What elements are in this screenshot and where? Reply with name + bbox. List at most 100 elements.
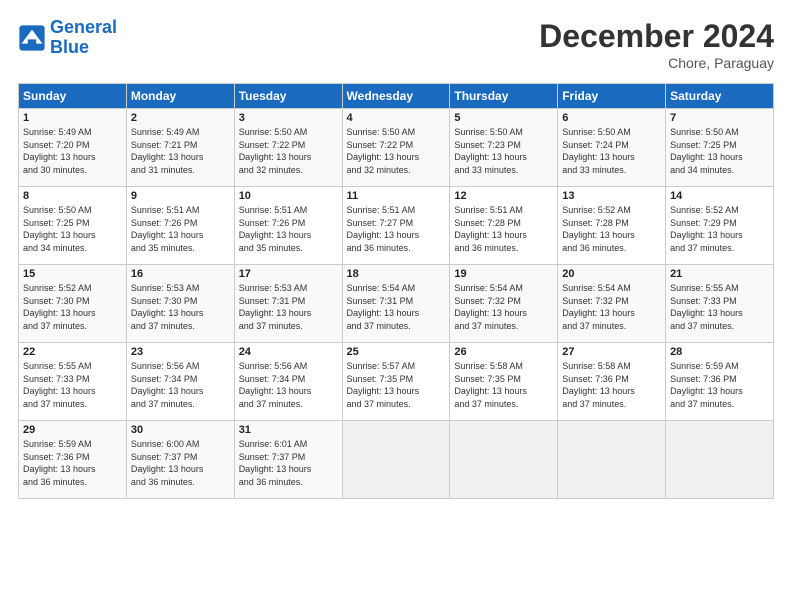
day-info: Sunrise: 5:57 AMSunset: 7:35 PMDaylight:… [347,360,446,410]
header-row: Sunday Monday Tuesday Wednesday Thursday… [19,84,774,109]
day-number: 10 [239,190,338,202]
list-item: 31 Sunrise: 6:01 AMSunset: 7:37 PMDayligh… [234,421,342,499]
day-info: Sunrise: 5:53 AMSunset: 7:31 PMDaylight:… [239,282,338,332]
list-item: 15Sunrise: 5:52 AMSunset: 7:30 PMDayligh… [19,265,127,343]
day-info: Sunrise: 5:50 AMSunset: 7:24 PMDaylight:… [562,126,661,176]
table-row: 8 Sunrise: 5:50 AMSunset: 7:25 PMDaylight… [19,187,774,265]
list-item: 22Sunrise: 5:55 AMSunset: 7:33 PMDayligh… [19,343,127,421]
day-info: Sunrise: 5:49 AMSunset: 7:21 PMDaylight:… [131,126,230,176]
day-number: 6 [562,112,661,124]
day-info: Sunrise: 5:59 AMSunset: 7:36 PMDaylight:… [670,360,769,410]
day-number: 26 [454,346,553,358]
day-number: 5 [454,112,553,124]
list-item: 21 Sunrise: 5:55 AMSunset: 7:33 PMDayligh… [666,265,774,343]
day-number: 20 [562,268,661,280]
list-item: 8 Sunrise: 5:50 AMSunset: 7:25 PMDaylight… [19,187,127,265]
day-info: Sunrise: 5:59 AMSunset: 7:36 PMDaylight:… [23,438,122,488]
list-item: 27 Sunrise: 5:58 AMSunset: 7:36 PMDayligh… [558,343,666,421]
list-item: 25 Sunrise: 5:57 AMSunset: 7:35 PMDayligh… [342,343,450,421]
day-number: 4 [347,112,446,124]
day-number: 29 [23,424,122,436]
day-number: 1 [23,112,122,124]
day-info: Sunrise: 5:54 AMSunset: 7:32 PMDaylight:… [454,282,553,332]
day-info: Sunrise: 5:53 AMSunset: 7:30 PMDaylight:… [131,282,230,332]
list-item: 7Sunrise: 5:50 AMSunset: 7:25 PMDaylight… [666,109,774,187]
list-item: 28 Sunrise: 5:59 AMSunset: 7:36 PMDayligh… [666,343,774,421]
day-info: Sunrise: 5:56 AMSunset: 7:34 PMDaylight:… [131,360,230,410]
logo-blue: Blue [50,38,117,58]
day-info: Sunrise: 5:51 AMSunset: 7:28 PMDaylight:… [454,204,553,254]
list-item: 3 Sunrise: 5:50 AMSunset: 7:22 PMDaylight… [234,109,342,187]
logo-text: General Blue [50,18,117,58]
list-item: 2 Sunrise: 5:49 AMSunset: 7:21 PMDaylight… [126,109,234,187]
day-number: 16 [131,268,230,280]
col-tuesday: Tuesday [234,84,342,109]
day-info: Sunrise: 5:58 AMSunset: 7:36 PMDaylight:… [562,360,661,410]
day-info: Sunrise: 5:52 AMSunset: 7:28 PMDaylight:… [562,204,661,254]
day-info: Sunrise: 5:54 AMSunset: 7:31 PMDaylight:… [347,282,446,332]
day-number: 11 [347,190,446,202]
day-number: 27 [562,346,661,358]
day-info: Sunrise: 5:51 AMSunset: 7:26 PMDaylight:… [239,204,338,254]
day-number: 28 [670,346,769,358]
list-item: 1 Sunrise: 5:49 AMSunset: 7:20 PMDaylight… [19,109,127,187]
day-number: 31 [239,424,338,436]
day-info: Sunrise: 5:52 AMSunset: 7:30 PMDaylight:… [23,282,122,332]
col-saturday: Saturday [666,84,774,109]
day-info: Sunrise: 5:55 AMSunset: 7:33 PMDaylight:… [670,282,769,332]
list-item: 18 Sunrise: 5:54 AMSunset: 7:31 PMDayligh… [342,265,450,343]
month-title: December 2024 [539,18,774,55]
list-item [558,421,666,499]
logo: General Blue [18,18,117,58]
table-row: 22Sunrise: 5:55 AMSunset: 7:33 PMDayligh… [19,343,774,421]
list-item: 23 Sunrise: 5:56 AMSunset: 7:34 PMDayligh… [126,343,234,421]
list-item: 17 Sunrise: 5:53 AMSunset: 7:31 PMDayligh… [234,265,342,343]
day-info: Sunrise: 6:01 AMSunset: 7:37 PMDaylight:… [239,438,338,488]
day-info: Sunrise: 5:49 AMSunset: 7:20 PMDaylight:… [23,126,122,176]
day-number: 17 [239,268,338,280]
day-info: Sunrise: 5:50 AMSunset: 7:25 PMDaylight:… [23,204,122,254]
title-block: December 2024 Chore, Paraguay [539,18,774,71]
table-row: 29 Sunrise: 5:59 AMSunset: 7:36 PMDayligh… [19,421,774,499]
day-number: 8 [23,190,122,202]
list-item: 20 Sunrise: 5:54 AMSunset: 7:32 PMDayligh… [558,265,666,343]
list-item [342,421,450,499]
logo-general: General [50,17,117,37]
list-item: 24Sunrise: 5:56 AMSunset: 7:34 PMDayligh… [234,343,342,421]
day-info: Sunrise: 5:55 AMSunset: 7:33 PMDaylight:… [23,360,122,410]
day-number: 25 [347,346,446,358]
day-number: 9 [131,190,230,202]
day-number: 30 [131,424,230,436]
list-item: 14Sunrise: 5:52 AMSunset: 7:29 PMDayligh… [666,187,774,265]
list-item: 13Sunrise: 5:52 AMSunset: 7:28 PMDayligh… [558,187,666,265]
list-item [666,421,774,499]
day-number: 21 [670,268,769,280]
day-number: 18 [347,268,446,280]
day-info: Sunrise: 5:50 AMSunset: 7:22 PMDaylight:… [239,126,338,176]
day-number: 24 [239,346,338,358]
list-item: 29 Sunrise: 5:59 AMSunset: 7:36 PMDayligh… [19,421,127,499]
day-number: 3 [239,112,338,124]
header: General Blue December 2024 Chore, Paragu… [18,18,774,71]
col-monday: Monday [126,84,234,109]
day-info: Sunrise: 5:50 AMSunset: 7:23 PMDaylight:… [454,126,553,176]
day-info: Sunrise: 5:54 AMSunset: 7:32 PMDaylight:… [562,282,661,332]
calendar-container: General Blue December 2024 Chore, Paragu… [0,0,792,509]
day-info: Sunrise: 5:58 AMSunset: 7:35 PMDaylight:… [454,360,553,410]
list-item: 12 Sunrise: 5:51 AMSunset: 7:28 PMDayligh… [450,187,558,265]
day-number: 2 [131,112,230,124]
day-number: 12 [454,190,553,202]
list-item: 6 Sunrise: 5:50 AMSunset: 7:24 PMDaylight… [558,109,666,187]
day-info: Sunrise: 5:51 AMSunset: 7:27 PMDaylight:… [347,204,446,254]
col-thursday: Thursday [450,84,558,109]
col-wednesday: Wednesday [342,84,450,109]
list-item: 16 Sunrise: 5:53 AMSunset: 7:30 PMDayligh… [126,265,234,343]
col-friday: Friday [558,84,666,109]
list-item: 11 Sunrise: 5:51 AMSunset: 7:27 PMDayligh… [342,187,450,265]
day-number: 23 [131,346,230,358]
day-number: 14 [670,190,769,202]
table-row: 15Sunrise: 5:52 AMSunset: 7:30 PMDayligh… [19,265,774,343]
list-item: 30Sunrise: 6:00 AMSunset: 7:37 PMDayligh… [126,421,234,499]
calendar-table: Sunday Monday Tuesday Wednesday Thursday… [18,83,774,499]
list-item: 9Sunrise: 5:51 AMSunset: 7:26 PMDaylight… [126,187,234,265]
